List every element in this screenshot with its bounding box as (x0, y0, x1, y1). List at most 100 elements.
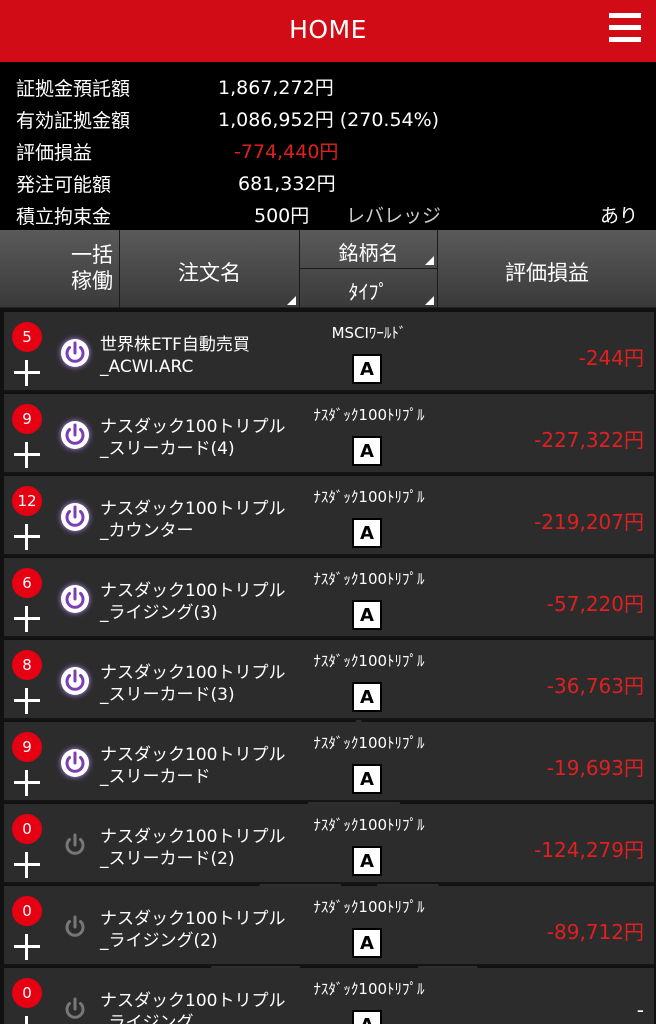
margin-deposit-value: 1,867,272円 (218, 77, 334, 99)
power-icon[interactable] (60, 666, 90, 696)
reserve-label: 積立拘束金 (16, 206, 112, 228)
type-badge: A (352, 928, 382, 958)
position-count-badge: 0 (12, 814, 42, 844)
order-name: ナスダック100トリプル _ライジング(2) (100, 908, 305, 952)
power-icon[interactable] (60, 338, 90, 368)
order-name: ナスダック100トリプル _カウンター (100, 498, 305, 542)
order-row[interactable]: 9 ナスダック100トリプル _スリーカード ﾅｽﾀﾞｯｸ100ﾄﾘﾌﾟﾙ A … (4, 722, 654, 802)
position-count-badge: 0 (12, 896, 42, 926)
pl-column-label: 評価損益 (505, 261, 589, 285)
bulk-line2-label: 稼働 (71, 269, 113, 293)
orderable-value: 681,332円 (238, 173, 336, 195)
order-pl-value: -57,220円 (546, 592, 644, 616)
unrealized-pl-label: 評価損益 (16, 142, 93, 164)
power-icon[interactable] (60, 584, 90, 614)
orderable-row: 発注可能額 681,332円 (0, 164, 656, 196)
order-name-line2: _ライジング(2) (100, 931, 218, 951)
type-badge: A (352, 682, 382, 712)
order-list[interactable]: 5 世界株ETF自動売買 _ACWI.ARC MSCIﾜｰﾙﾄﾞ A -244円… (0, 308, 656, 1024)
plus-icon[interactable] (14, 770, 40, 796)
type-badge: A (352, 764, 382, 794)
type-badge: A (352, 436, 382, 466)
unrealized-pl-value: -774,440円 (234, 141, 339, 163)
order-name-line2: _スリーカード(3) (100, 685, 235, 705)
symbol-name: ﾅｽﾀﾞｯｸ100ﾄﾘﾌﾟﾙ (313, 816, 425, 834)
margin-deposit-label: 証拠金預託額 (16, 78, 131, 100)
plus-icon[interactable] (14, 852, 40, 878)
order-row[interactable]: 8 ナスダック100トリプル _スリーカード(3) ﾅｽﾀﾞｯｸ100ﾄﾘﾌﾟﾙ… (4, 640, 654, 720)
plus-icon[interactable] (14, 524, 40, 550)
sort-corner-icon (425, 296, 434, 305)
symbol-name: ﾅｽﾀﾞｯｸ100ﾄﾘﾌﾟﾙ (313, 980, 425, 998)
effective-margin-value: 1,086,952円 (270.54%) (218, 109, 440, 131)
order-name-line2: _スリーカード (100, 767, 211, 787)
order-name-line1: ナスダック100トリプル (100, 663, 286, 683)
order-pl-value: -89,712円 (546, 920, 644, 944)
order-name: ナスダック100トリプル _スリーカード(3) (100, 662, 305, 706)
order-pl-value: -219,207円 (534, 510, 644, 534)
sort-corner-icon (425, 256, 434, 265)
order-name-line2: _ライジング(3) (100, 603, 218, 623)
position-count-badge: 9 (12, 404, 42, 434)
position-count-badge: 8 (12, 650, 42, 680)
type-column-label: ﾀｲﾌﾟ (348, 280, 389, 304)
order-name: ナスダック100トリプル _スリーカード(4) (100, 416, 305, 460)
order-row[interactable]: 5 世界株ETF自動売買 _ACWI.ARC MSCIﾜｰﾙﾄﾞ A -244円 (4, 312, 654, 392)
order-name-column-header[interactable]: 注文名 (120, 230, 300, 308)
order-name-line1: 世界株ETF自動売買 (100, 335, 250, 355)
order-name: ナスダック100トリプル _ライジング (100, 990, 305, 1024)
position-count-badge: 12 (12, 486, 42, 516)
symbol-name: ﾅｽﾀﾞｯｸ100ﾄﾘﾌﾟﾙ (313, 570, 425, 588)
order-row[interactable]: 6 ナスダック100トリプル _ライジング(3) ﾅｽﾀﾞｯｸ100ﾄﾘﾌﾟﾙ … (4, 558, 654, 638)
power-icon[interactable] (60, 830, 90, 860)
symbol-column-header[interactable]: 銘柄名 (300, 230, 437, 269)
plus-icon[interactable] (14, 1016, 40, 1024)
order-row[interactable]: 12 ナスダック100トリプル _カウンター ﾅｽﾀﾞｯｸ100ﾄﾘﾌﾟﾙ A … (4, 476, 654, 556)
reserve-row: 積立拘束金 500円 レバレッジ あり (0, 196, 656, 228)
plus-icon[interactable] (14, 606, 40, 632)
order-name: ナスダック100トリプル _スリーカード(2) (100, 826, 305, 870)
power-icon[interactable] (60, 994, 90, 1024)
reserve-value: 500円 (254, 205, 310, 227)
order-name-line1: ナスダック100トリプル (100, 499, 286, 519)
position-count-badge: 9 (12, 732, 42, 762)
order-name-column-label: 注文名 (178, 261, 241, 285)
bulk-toggle-header[interactable]: 一括 稼働 (0, 230, 120, 308)
power-icon[interactable] (60, 420, 90, 450)
type-column-header[interactable]: ﾀｲﾌﾟ (300, 269, 437, 308)
order-name: ナスダック100トリプル _スリーカード (100, 744, 305, 788)
effective-margin-label: 有効証拠金額 (16, 110, 131, 132)
order-row[interactable]: 0 ナスダック100トリプル _スリーカード(2) ﾅｽﾀﾞｯｸ100ﾄﾘﾌﾟﾙ… (4, 804, 654, 884)
margin-deposit-row: 証拠金預託額 1,867,272円 (0, 68, 656, 100)
order-name-line2: _スリーカード(2) (100, 849, 235, 869)
order-name: ナスダック100トリプル _ライジング(3) (100, 580, 305, 624)
plus-icon[interactable] (14, 934, 40, 960)
order-name-line1: ナスダック100トリプル (100, 909, 286, 929)
type-badge: A (352, 600, 382, 630)
plus-icon[interactable] (14, 688, 40, 714)
power-icon[interactable] (60, 912, 90, 942)
type-badge: A (352, 1010, 382, 1024)
order-pl-value: -124,279円 (534, 838, 644, 862)
position-count-badge: 0 (12, 978, 42, 1008)
order-name-line1: ナスダック100トリプル (100, 827, 286, 847)
pl-column-header[interactable]: 評価損益 (438, 230, 656, 308)
order-name-line1: ナスダック100トリプル (100, 991, 286, 1011)
order-row[interactable]: 0 ナスダック100トリプル _ライジング ﾅｽﾀﾞｯｸ100ﾄﾘﾌﾟﾙ A - (4, 968, 654, 1024)
power-icon[interactable] (60, 748, 90, 778)
orderable-label: 発注可能額 (16, 174, 112, 196)
order-pl-value: -244円 (578, 346, 644, 370)
order-name-line2: _スリーカード(4) (100, 439, 235, 459)
symbol-name: ﾅｽﾀﾞｯｸ100ﾄﾘﾌﾟﾙ (313, 652, 425, 670)
order-row[interactable]: 9 ナスダック100トリプル _スリーカード(4) ﾅｽﾀﾞｯｸ100ﾄﾘﾌﾟﾙ… (4, 394, 654, 474)
symbol-type-column-header: 銘柄名 ﾀｲﾌﾟ (300, 230, 438, 308)
position-count-badge: 5 (12, 322, 42, 352)
order-row[interactable]: 0 ナスダック100トリプル _ライジング(2) ﾅｽﾀﾞｯｸ100ﾄﾘﾌﾟﾙ … (4, 886, 654, 966)
power-icon[interactable] (60, 502, 90, 532)
unrealized-pl-row: 評価損益 -774,440円 (0, 132, 656, 164)
sort-corner-icon (287, 296, 296, 305)
leverage-label: レバレッジ (346, 205, 442, 227)
plus-icon[interactable] (14, 360, 40, 386)
plus-icon[interactable] (14, 442, 40, 468)
hamburger-menu-icon[interactable] (609, 13, 641, 47)
